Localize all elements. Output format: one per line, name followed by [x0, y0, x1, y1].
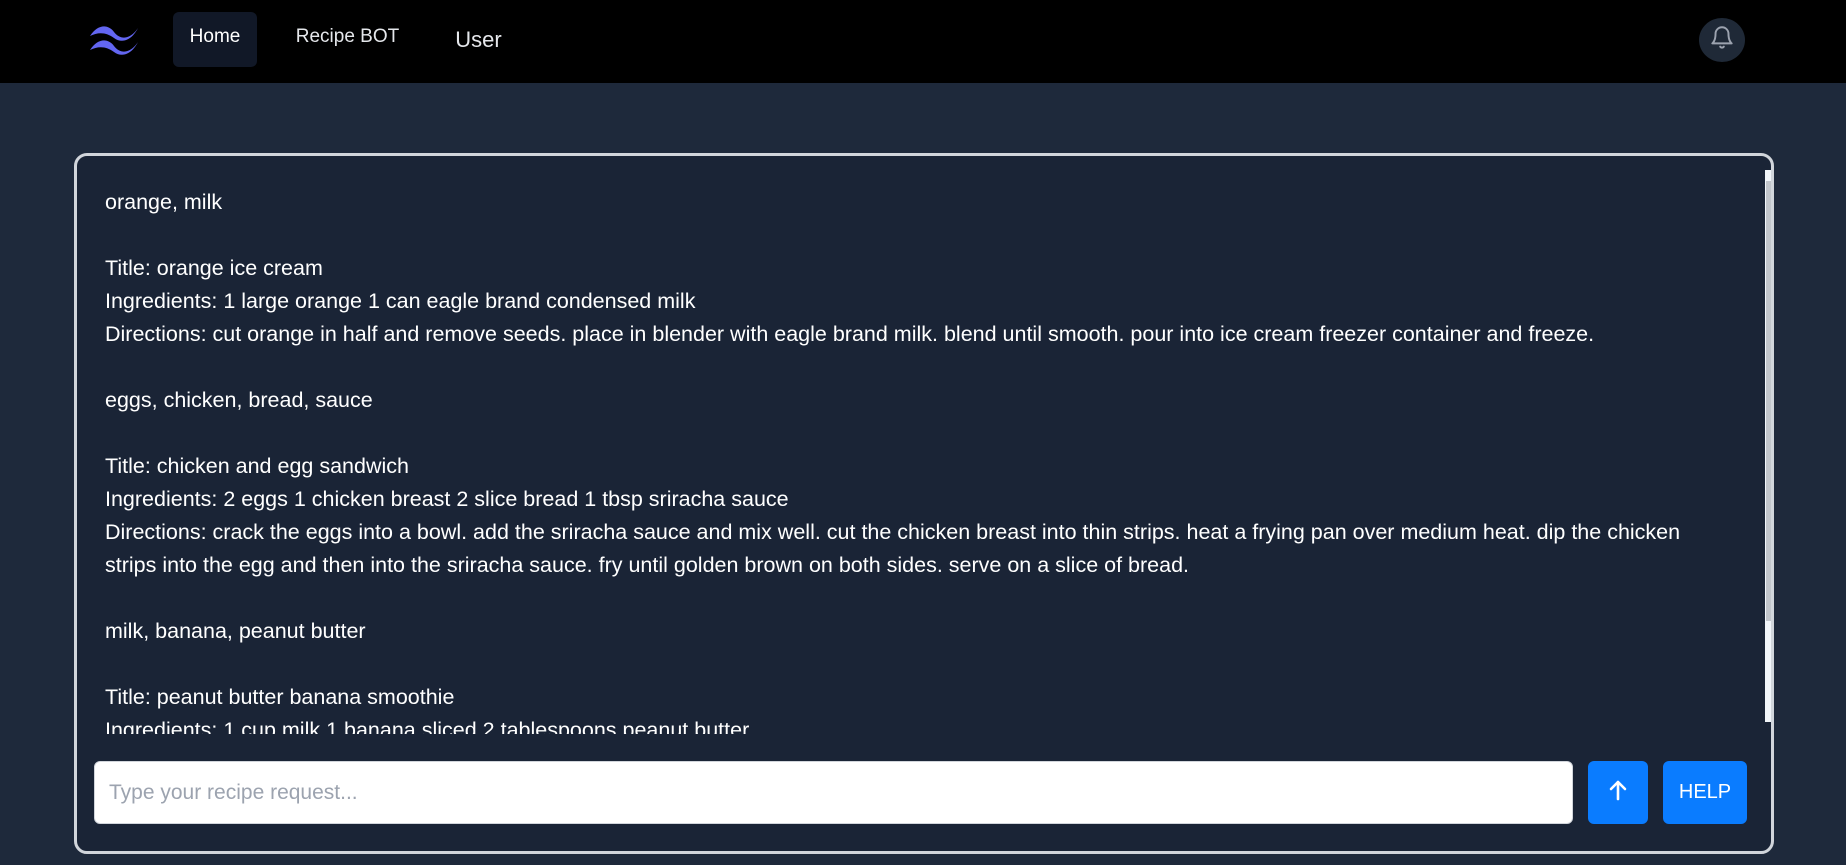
nav-home-tab[interactable]: Home — [173, 12, 257, 67]
top-navbar: Home Recipe BOT User — [0, 0, 1846, 83]
message-line: Title: peanut butter banana smoothie — [105, 685, 455, 709]
message-line: Title: chicken and egg sandwich — [105, 454, 409, 478]
notifications-button[interactable] — [1699, 18, 1745, 62]
message-line: Directions: cut orange in half and remov… — [105, 322, 1595, 346]
message-line: Directions: crack the eggs into a bowl. … — [105, 520, 1681, 577]
message-scrollbar[interactable] — [1765, 170, 1771, 722]
message-line: orange, milk — [105, 190, 223, 214]
message-line: Ingredients: 2 eggs 1 chicken breast 2 s… — [105, 487, 789, 511]
message-list[interactable]: orange, milk Title: orange ice cream Ingre… — [77, 170, 1767, 734]
chat-message: eggs, chicken, bread, sauce — [105, 384, 1737, 417]
arrow-up-icon — [1607, 778, 1629, 807]
message-line: eggs, chicken, bread, sauce — [105, 388, 373, 412]
recipe-request-input[interactable] — [94, 761, 1573, 824]
chat-panel: orange, milk Title: orange ice cream Ingre… — [74, 153, 1774, 854]
message-line: Ingredients: 1 cup milk 1 banana sliced … — [105, 718, 750, 734]
scrollbar-thumb[interactable] — [1766, 181, 1771, 621]
tailwind-logo-icon[interactable] — [88, 22, 140, 56]
message-line: Ingredients: 1 large orange 1 can eagle … — [105, 289, 696, 313]
message-line: milk, banana, peanut butter — [105, 619, 366, 643]
nav-user-tab[interactable]: User — [446, 12, 511, 67]
chat-message: milk, banana, peanut butter — [105, 615, 1737, 648]
chat-message: Title: chicken and egg sandwich Ingredien… — [105, 450, 1737, 582]
bell-icon — [1709, 24, 1735, 57]
help-button[interactable]: HELP — [1663, 761, 1747, 824]
message-line: Title: orange ice cream — [105, 256, 323, 280]
send-button[interactable] — [1588, 761, 1648, 824]
chat-message: Title: peanut butter banana smoothie Ingr… — [105, 681, 1737, 734]
nav-recipe-bot-tab[interactable]: Recipe BOT — [290, 12, 405, 67]
chat-message: orange, milk — [105, 186, 1737, 219]
chat-message: Title: orange ice cream Ingredients: 1 la… — [105, 252, 1737, 351]
